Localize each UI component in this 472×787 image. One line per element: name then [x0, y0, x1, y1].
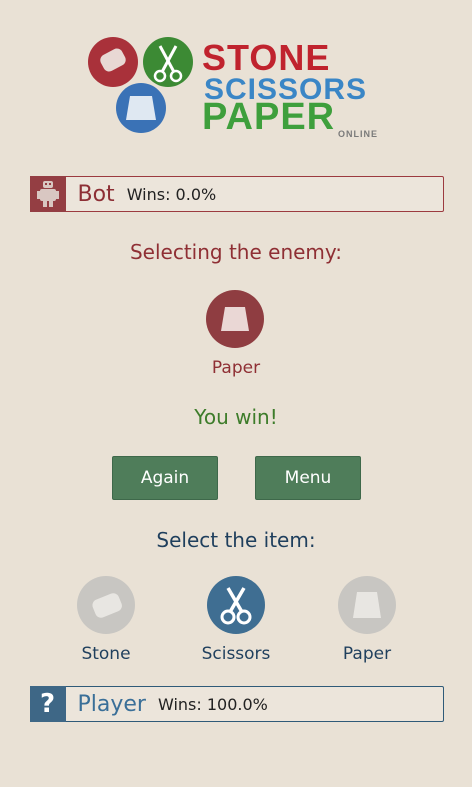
logo-word-stone: STONE [202, 37, 331, 78]
player-status-bar: ? Player Wins: 100.0% [29, 686, 444, 722]
item-stone[interactable]: Stone [51, 576, 161, 666]
item-stone-label: Stone [81, 644, 131, 664]
bot-name: Bot [77, 181, 115, 207]
player-name: Player [77, 691, 146, 717]
paper-icon [338, 576, 396, 634]
logo-word-online: ONLINE [338, 129, 379, 139]
item-scissors[interactable]: Scissors [181, 576, 291, 666]
logo-paper-icon [116, 83, 166, 133]
robot-icon [29, 176, 66, 212]
bot-status-bar: Bot Wins: 0.0% [29, 176, 444, 212]
item-paper-label: Paper [342, 644, 392, 664]
item-paper[interactable]: Paper [312, 576, 422, 666]
again-button[interactable]: Again [112, 456, 218, 500]
logo-word-paper: PAPER [202, 96, 336, 138]
player-wins: Wins: 100.0% [157, 694, 268, 714]
scissors-icon [207, 576, 265, 634]
stone-icon [77, 576, 135, 634]
select-item-heading: Select the item: [156, 528, 316, 552]
result-text: You win! [194, 405, 278, 429]
logo-scissors-icon [143, 37, 193, 87]
question-icon: ? [29, 686, 66, 722]
menu-button[interactable]: Menu [255, 456, 361, 500]
paper-icon [206, 290, 264, 348]
enemy-selection-heading: Selecting the enemy: [129, 240, 343, 264]
logo-stone-icon [88, 37, 138, 87]
enemy-choice-label: Paper [211, 358, 261, 378]
bot-wins: Wins: 0.0% [126, 184, 217, 204]
item-scissors-label: Scissors [201, 644, 271, 664]
game-logo: STONE SCISSORS PAPER ONLINE [86, 32, 396, 142]
